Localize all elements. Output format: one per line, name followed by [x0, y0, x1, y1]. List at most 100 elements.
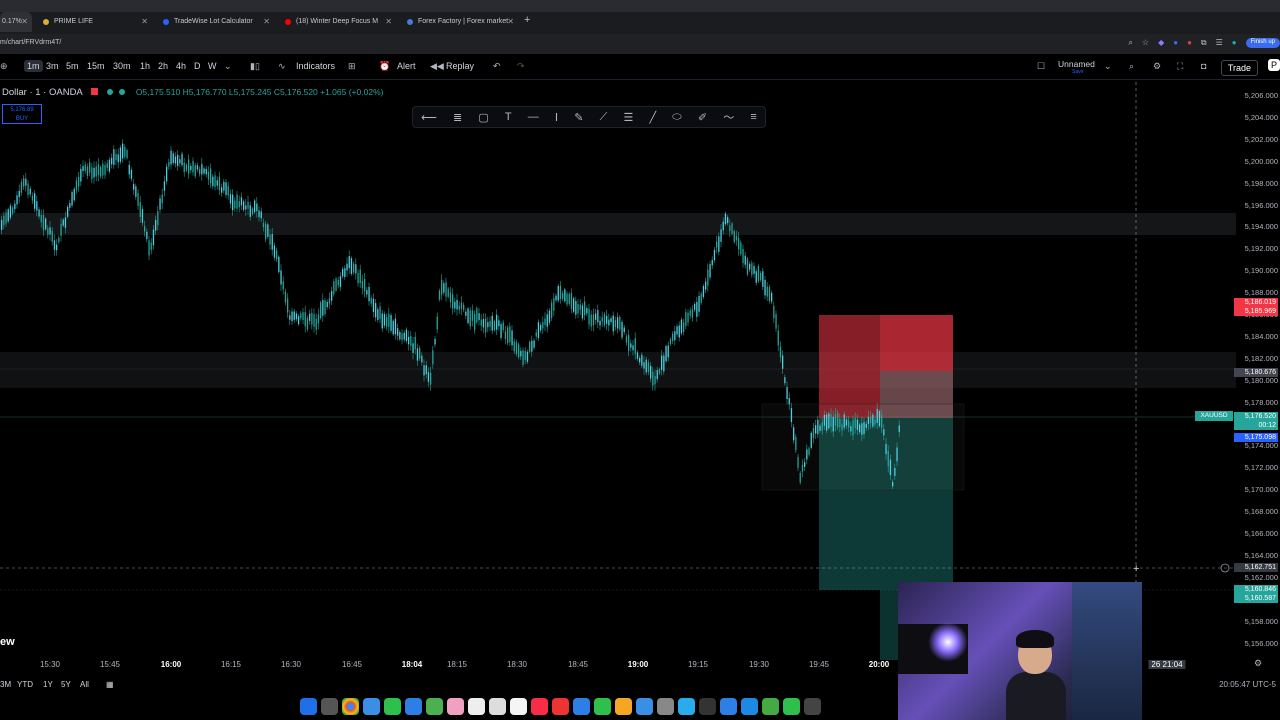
gear-icon[interactable]: ⚙: [1153, 61, 1161, 72]
finder-icon[interactable]: [300, 698, 317, 715]
notes-icon[interactable]: [489, 698, 506, 715]
settings-icon[interactable]: [657, 698, 674, 715]
trend-line-icon[interactable]: ⟋: [600, 111, 608, 124]
interval-15m[interactable]: 15m: [87, 61, 105, 71]
horizontal-line-icon[interactable]: —: [528, 111, 539, 123]
calendar-app-icon[interactable]: [468, 698, 485, 715]
maps-icon[interactable]: [426, 698, 443, 715]
shape-icon[interactable]: ⬭: [672, 111, 681, 124]
url-text[interactable]: m/chart/FRVdrm4T/: [0, 39, 61, 46]
range-ytd[interactable]: YTD: [17, 680, 33, 689]
add-symbol-icon[interactable]: ⊕: [0, 61, 8, 72]
range-1y[interactable]: 1Y: [43, 680, 53, 689]
range-box[interactable]: [761, 403, 965, 491]
browser-tab[interactable]: TradeWise Lot Calculator ✕: [160, 12, 274, 32]
close-icon[interactable]: ✕: [385, 12, 392, 32]
path-icon[interactable]: 〜: [723, 109, 734, 125]
zoom-app-icon[interactable]: [720, 698, 737, 715]
layout-square-icon[interactable]: ☐: [1037, 61, 1045, 72]
browser-tab[interactable]: 0.17% ✕: [0, 12, 32, 32]
browser-tab[interactable]: (18) Winter Deep Focus M ✕: [282, 12, 396, 32]
finish-update-button[interactable]: Finish up: [1245, 38, 1280, 48]
capcut-icon[interactable]: [699, 698, 716, 715]
new-tab-button[interactable]: +: [524, 14, 530, 26]
news-icon[interactable]: [552, 698, 569, 715]
alert-button[interactable]: Alert: [397, 61, 416, 71]
rewind-icon[interactable]: ◀◀: [430, 61, 444, 72]
zoom-icon[interactable]: ⌕: [1128, 38, 1132, 48]
app-icon[interactable]: [762, 698, 779, 715]
browser-tab[interactable]: Forex Factory | Forex market ✕: [404, 12, 518, 32]
star-icon[interactable]: ☆: [1142, 38, 1149, 48]
mail-icon[interactable]: [405, 698, 422, 715]
ray-icon[interactable]: ╱: [650, 111, 657, 124]
extension-icon[interactable]: ◆: [1158, 38, 1164, 48]
symbol-title[interactable]: Dollar · 1 · OANDA: [2, 87, 82, 98]
puzzle-icon[interactable]: ⧉: [1201, 38, 1207, 48]
redo-icon[interactable]: ↷: [517, 61, 525, 72]
messages-icon[interactable]: [384, 698, 401, 715]
fib-icon[interactable]: ☰: [624, 111, 634, 124]
app-store-icon[interactable]: [573, 698, 590, 715]
range-all[interactable]: All: [80, 680, 89, 689]
pencil-icon[interactable]: ✎: [574, 111, 583, 124]
undo-icon[interactable]: ↶: [493, 61, 501, 72]
search-icon[interactable]: ⌕: [1129, 61, 1134, 72]
brush-icon[interactable]: ✐: [698, 111, 707, 124]
utc-clock[interactable]: 20:05:47 UTC-5: [1219, 680, 1276, 689]
line-style-icon[interactable]: ≣: [453, 111, 462, 124]
interval-1h[interactable]: 1h: [140, 61, 150, 71]
interval-4h[interactable]: 4h: [176, 61, 186, 71]
indicators-icon[interactable]: ∿: [278, 61, 286, 72]
profile-icon[interactable]: ●: [1232, 38, 1237, 48]
chevron-down-icon[interactable]: ⌄: [1104, 61, 1112, 72]
reminders-icon[interactable]: [510, 698, 527, 715]
templates-icon[interactable]: ⊞: [348, 61, 356, 72]
buy-button[interactable]: 5,176.89 BUY: [2, 104, 42, 124]
close-icon[interactable]: ✕: [141, 12, 148, 32]
extension-icon[interactable]: ●: [1187, 38, 1192, 48]
keynote-icon[interactable]: [636, 698, 653, 715]
browser-tab[interactable]: PRIME LIFE ✕: [40, 12, 152, 32]
interval-w[interactable]: W: [208, 61, 217, 71]
line-tool-icon[interactable]: ⟵: [421, 111, 437, 124]
more-tools-icon[interactable]: ≡: [750, 111, 756, 123]
resistance-zone[interactable]: [0, 213, 1236, 235]
close-icon[interactable]: ✕: [507, 12, 514, 32]
photos-icon[interactable]: [447, 698, 464, 715]
publish-button[interactable]: P: [1268, 59, 1280, 71]
facetime-icon[interactable]: [783, 698, 800, 715]
trade-button[interactable]: Trade: [1220, 60, 1258, 76]
music-icon[interactable]: [531, 698, 548, 715]
interval-2h[interactable]: 2h: [158, 61, 168, 71]
interval-d[interactable]: D: [194, 61, 201, 71]
close-icon[interactable]: ✕: [21, 12, 28, 32]
alarm-clock-icon[interactable]: ⏰: [379, 61, 390, 72]
telegram-icon[interactable]: [678, 698, 695, 715]
chevron-down-icon[interactable]: ⌄: [224, 61, 232, 72]
close-icon[interactable]: ✕: [263, 12, 270, 32]
replay-button[interactable]: Replay: [446, 61, 474, 71]
text-cursor-icon[interactable]: Ⅰ: [555, 111, 558, 124]
pages-icon[interactable]: [615, 698, 632, 715]
trash-icon[interactable]: [804, 698, 821, 715]
indicators-button[interactable]: Indicators: [296, 61, 335, 71]
layout-name[interactable]: Unnamed: [1058, 59, 1095, 69]
chrome-icon[interactable]: [342, 698, 359, 715]
menu-icon[interactable]: ☰: [1216, 38, 1223, 48]
interval-3m[interactable]: 3m: [46, 61, 59, 71]
numbers-icon[interactable]: [594, 698, 611, 715]
support-zone[interactable]: [0, 352, 1236, 388]
app-icon[interactable]: [741, 698, 758, 715]
candles-icon[interactable]: ▮▯: [250, 61, 260, 72]
interval-5m[interactable]: 5m: [66, 61, 79, 71]
launchpad-icon[interactable]: [321, 698, 338, 715]
rectangle-tool-icon[interactable]: ▢: [478, 111, 488, 124]
interval-1m[interactable]: 1m: [24, 60, 43, 72]
address-bar[interactable]: m/chart/FRVdrm4T/ ⌕ ☆ ◆ ● ● ⧉ ☰ ● Finish…: [0, 34, 1280, 54]
axis-settings-icon[interactable]: ⚙: [1254, 658, 1262, 669]
calendar-icon[interactable]: ▦: [106, 680, 114, 689]
range-3m[interactable]: 3M: [0, 680, 11, 689]
safari-icon[interactable]: [363, 698, 380, 715]
range-5y[interactable]: 5Y: [61, 680, 71, 689]
